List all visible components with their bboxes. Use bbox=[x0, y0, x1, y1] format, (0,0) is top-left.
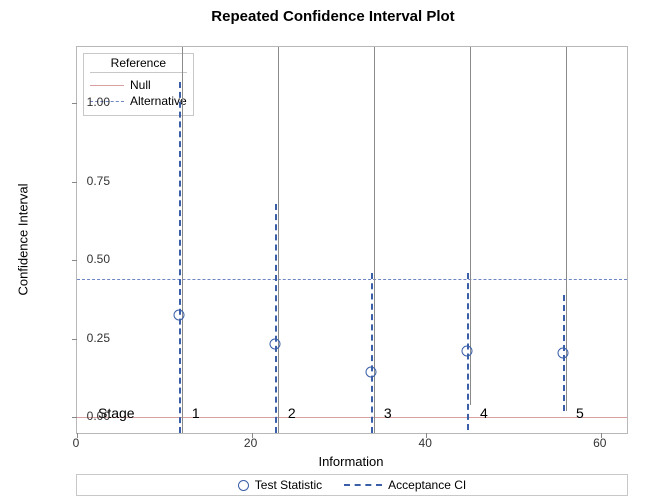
acceptance-ci-line bbox=[179, 82, 181, 433]
series-legend: Test Statistic Acceptance CI bbox=[76, 474, 628, 496]
acceptance-ci-line bbox=[371, 273, 373, 433]
reference-legend-null-label: Null bbox=[130, 78, 151, 92]
test-statistic-point bbox=[365, 366, 376, 377]
circle-marker-icon bbox=[238, 480, 249, 491]
dash-line-icon bbox=[344, 484, 382, 486]
alternative-reference-line bbox=[77, 279, 627, 280]
reference-legend-header: Reference bbox=[90, 56, 187, 73]
chart-title: Repeated Confidence Interval Plot bbox=[0, 8, 666, 25]
legend-test-statistic-label: Test Statistic bbox=[255, 478, 322, 492]
y-tick-label: 1.00 bbox=[70, 95, 110, 109]
x-tick-label: 60 bbox=[593, 436, 606, 450]
reference-legend-null: Null bbox=[90, 77, 187, 93]
null-swatch-icon bbox=[90, 85, 124, 86]
stage-solid-line bbox=[182, 47, 183, 433]
plot-area: Reference Null Alternative Stage12345 bbox=[76, 46, 628, 434]
y-tick-label: 0.00 bbox=[70, 409, 110, 423]
stage-number-label: 1 bbox=[192, 405, 200, 421]
x-tick-label: 20 bbox=[244, 436, 257, 450]
x-tick-label: 0 bbox=[73, 436, 80, 450]
y-axis-label: Confidence Interval bbox=[16, 183, 31, 295]
y-axis-label-wrap: Confidence Interval bbox=[14, 46, 32, 432]
y-tick-label: 0.50 bbox=[70, 252, 110, 266]
test-statistic-point bbox=[173, 310, 184, 321]
test-statistic-point bbox=[269, 338, 280, 349]
y-tick-label: 0.75 bbox=[70, 174, 110, 188]
stage-number-label: 2 bbox=[288, 405, 296, 421]
stage-solid-line bbox=[278, 47, 279, 433]
legend-acceptance-ci-label: Acceptance CI bbox=[388, 478, 466, 492]
null-reference-line bbox=[77, 417, 627, 418]
legend-acceptance-ci: Acceptance CI bbox=[344, 478, 466, 492]
chart-container: Repeated Confidence Interval Plot Confid… bbox=[0, 0, 666, 500]
y-tick-label: 0.25 bbox=[70, 331, 110, 345]
stage-number-label: 5 bbox=[576, 405, 584, 421]
stage-number-label: 4 bbox=[480, 405, 488, 421]
legend-test-statistic: Test Statistic bbox=[238, 478, 322, 492]
stage-number-label: 3 bbox=[384, 405, 392, 421]
test-statistic-point bbox=[461, 346, 472, 357]
acceptance-ci-line bbox=[275, 204, 277, 433]
x-axis-label: Information bbox=[76, 454, 626, 469]
test-statistic-point bbox=[557, 347, 568, 358]
x-tick-label: 40 bbox=[419, 436, 432, 450]
